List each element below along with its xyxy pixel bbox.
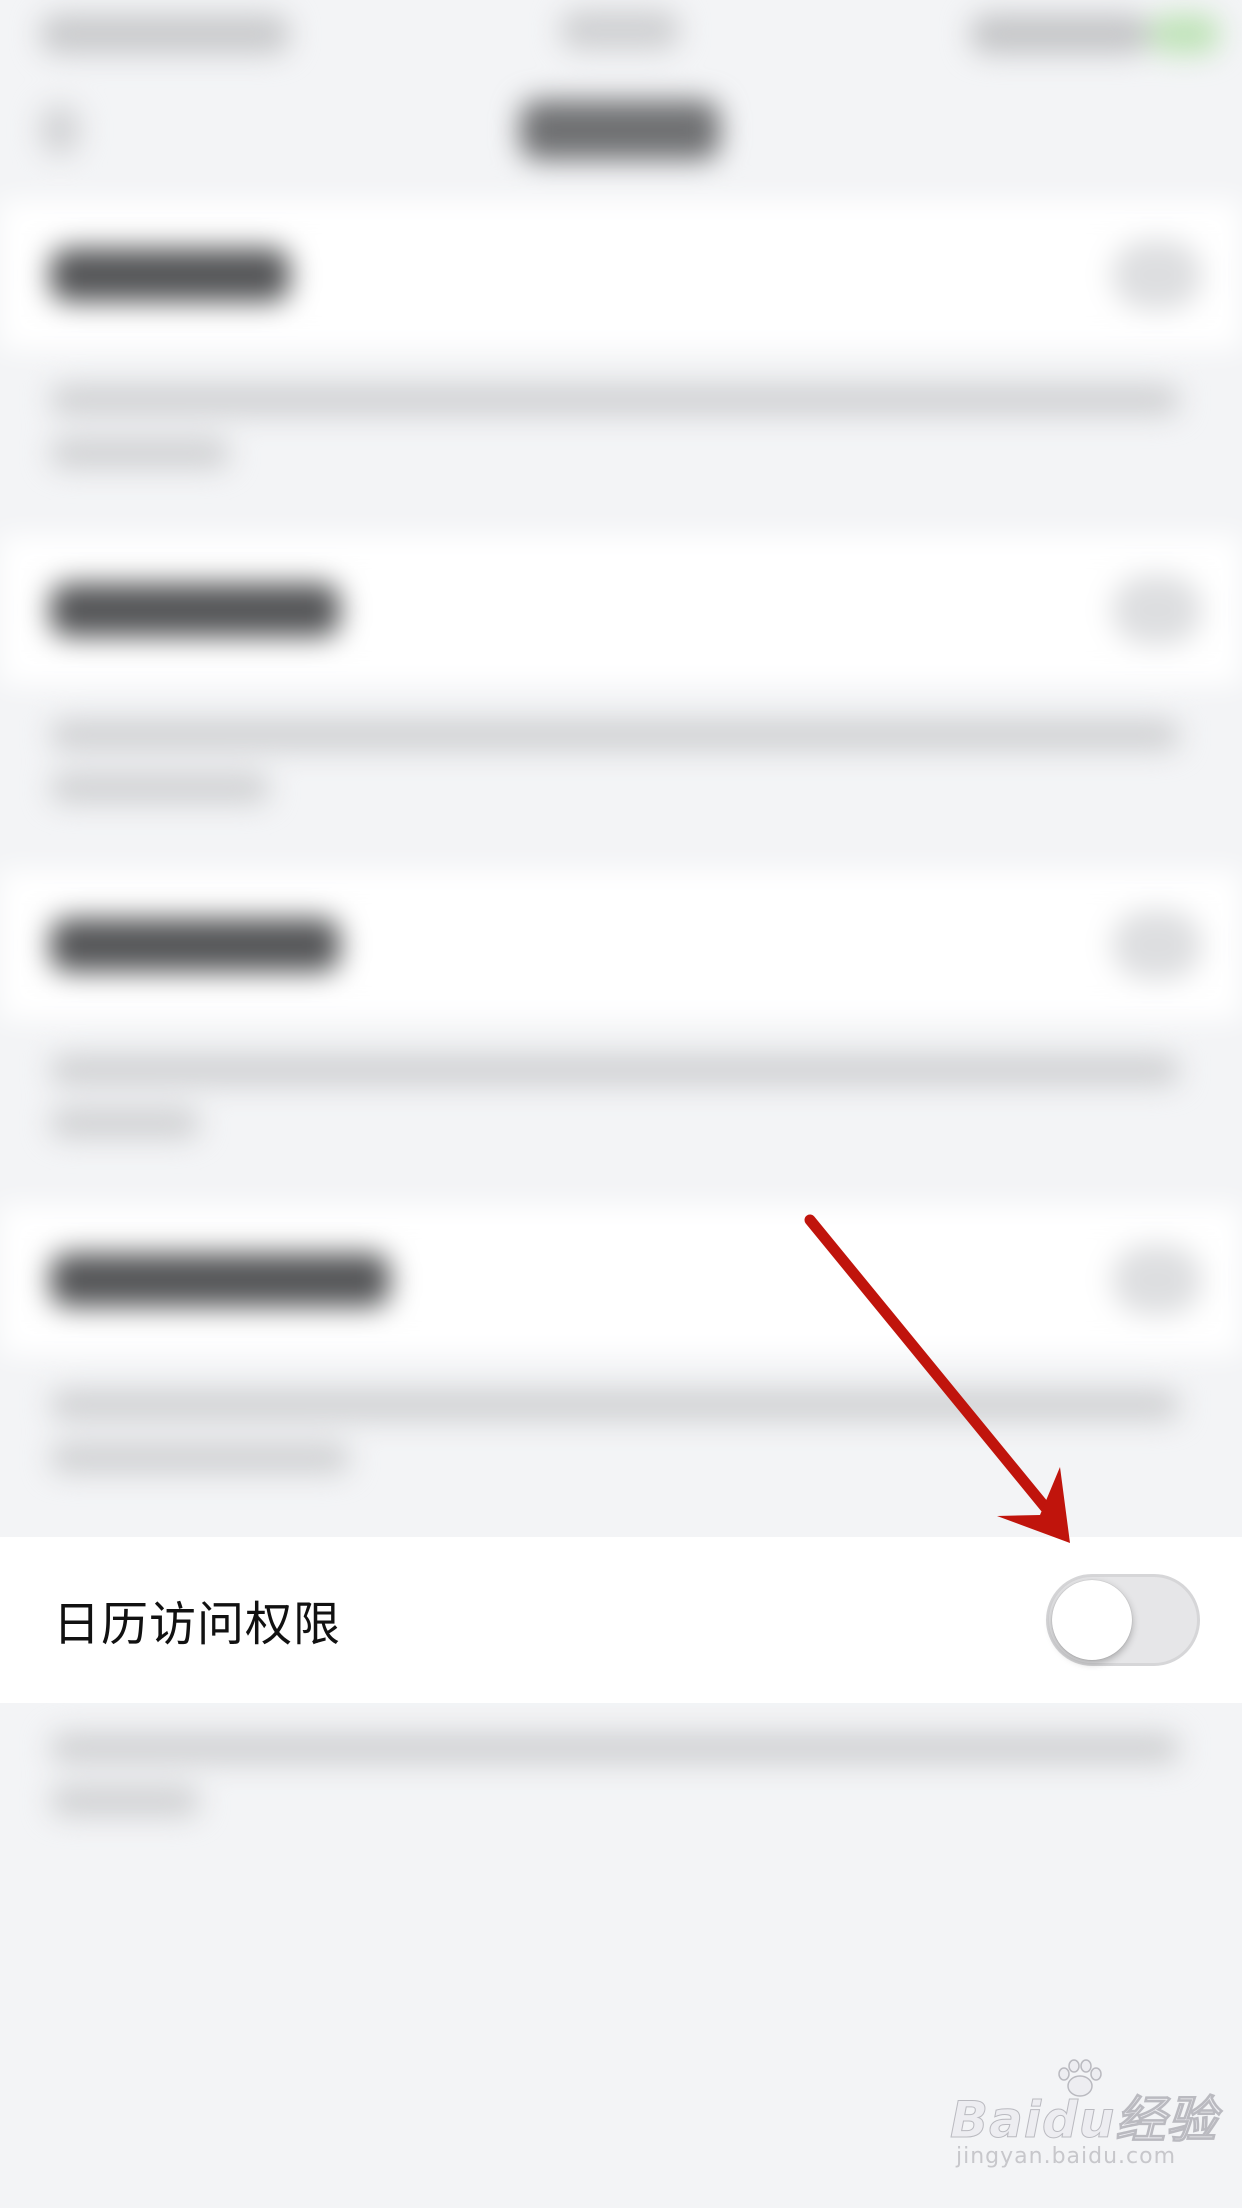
calendar-access-row[interactable]: 日历访问权限 xyxy=(0,1537,1242,1703)
watermark-url: jingyan.baidu.com xyxy=(956,2144,1177,2169)
blurred-background xyxy=(0,0,1242,2208)
status-carrier xyxy=(40,14,290,54)
setting-toggle[interactable] xyxy=(1112,1245,1202,1315)
calendar-access-label: 日历访问权限 xyxy=(53,1597,341,1653)
setting-label xyxy=(50,248,290,302)
status-time xyxy=(560,10,680,50)
setting-row[interactable] xyxy=(0,1205,1242,1355)
setting-row[interactable] xyxy=(0,870,1242,1020)
setting-row[interactable] xyxy=(0,200,1242,350)
setting-toggle[interactable] xyxy=(1112,910,1202,980)
watermark-brand: Baidu经验 xyxy=(949,2091,1218,2150)
setting-label xyxy=(50,1253,390,1307)
toggle-knob xyxy=(1052,1580,1132,1660)
setting-toggle[interactable] xyxy=(1112,240,1202,310)
setting-toggle[interactable] xyxy=(1112,575,1202,645)
screen: 日历访问权限 Baidu经验 jingyan.baidu.com xyxy=(0,0,1242,2208)
setting-label xyxy=(50,583,340,637)
back-icon[interactable] xyxy=(40,105,80,155)
watermark: Baidu经验 jingyan.baidu.com xyxy=(949,2059,1217,2180)
calendar-access-toggle[interactable] xyxy=(1046,1574,1200,1666)
setting-row[interactable] xyxy=(0,535,1242,685)
status-battery-text xyxy=(970,14,1150,54)
setting-label xyxy=(50,918,340,972)
battery-icon xyxy=(1150,14,1220,54)
page-title xyxy=(520,100,720,160)
